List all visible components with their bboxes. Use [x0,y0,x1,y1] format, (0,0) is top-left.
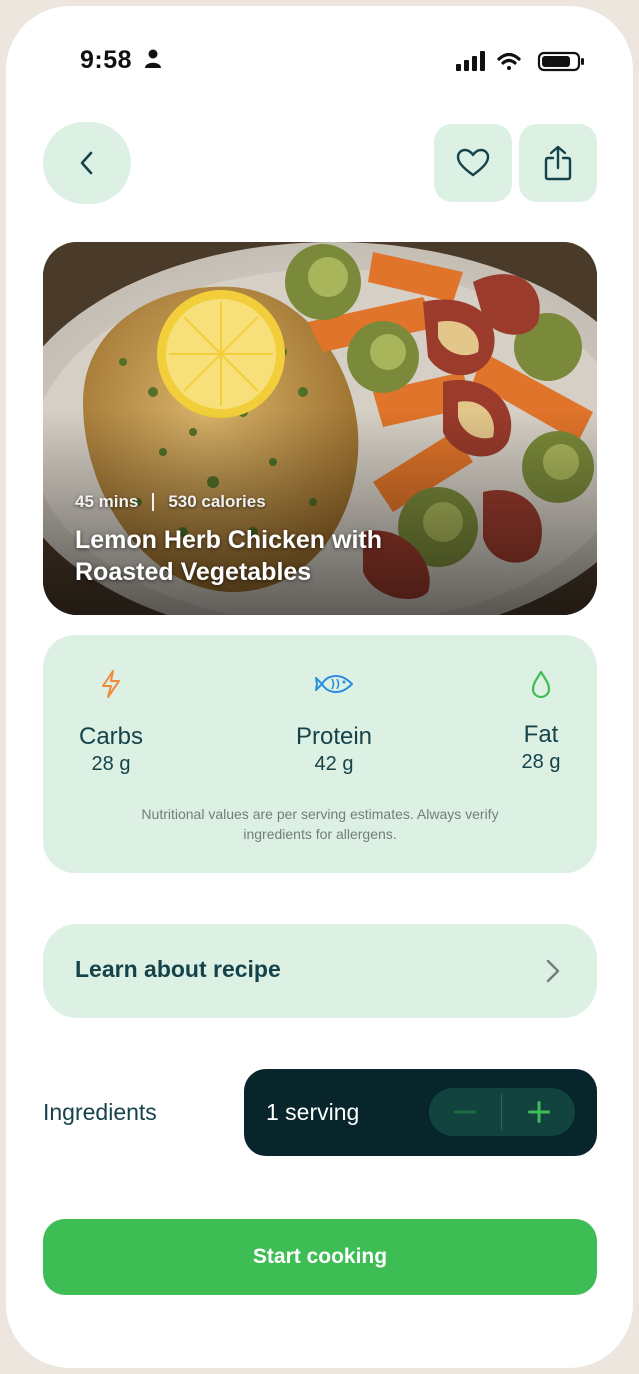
nutrition-disclaimer: Nutritional values are per serving estim… [83,804,557,844]
droplet-icon [531,670,551,699]
learn-label: Learn about recipe [75,956,281,982]
carbs-value: 28 g [91,753,131,775]
cook-time: 45 mins [75,492,139,511]
disclaimer-line1: Nutritional values are per serving estim… [141,806,499,822]
recipe-meta: 45 mins 530 calories [75,492,266,512]
fat-label: Fat [523,721,559,748]
status-time: 9:58 [80,46,133,74]
status-icons [456,51,584,72]
plus-icon [528,1101,550,1123]
protein-label: Protein [295,723,373,750]
meta-separator [152,493,155,511]
carbs-label: Carbs [78,723,144,750]
increase-serving-button[interactable] [503,1088,575,1136]
share-button[interactable] [519,124,597,202]
recipe-hero-image: 45 mins 530 calories Lemon Herb Chicken … [43,242,597,615]
start-cooking-button[interactable]: Start cooking [43,1219,597,1295]
serving-stepper [429,1088,575,1136]
minus-icon [454,1110,476,1114]
cellular-signal-icon [456,51,485,71]
calorie-count: 530 calories [168,492,266,511]
ingredients-heading: Ingredients [43,1099,157,1125]
recipe-title-line2: Roasted Vegetables [75,558,312,586]
protein-value: 42 g [314,753,354,775]
macro-fat: Fat 28 g [511,669,571,774]
serving-selector: 1 serving [244,1069,597,1156]
recipe-title: Lemon Herb Chicken with Roasted Vegetabl… [75,524,495,588]
person-icon [145,49,161,68]
share-icon [544,145,572,181]
chevron-left-icon [80,151,93,175]
lightning-icon [102,670,120,698]
macro-protein: Protein 42 g [284,669,384,776]
recipe-title-line1: Lemon Herb Chicken with [75,526,382,554]
favorite-button[interactable] [434,124,512,202]
stepper-divider [501,1094,502,1130]
nutrition-card: Carbs 28 g Protein 42 g Fat 28 g Nutriti… [43,635,597,873]
chevron-right-icon [546,959,560,983]
battery-icon [537,51,584,72]
fat-value: 28 g [521,751,561,773]
learn-about-recipe-button[interactable]: Learn about recipe [43,924,597,1018]
wifi-icon [497,52,521,70]
serving-count: 1 serving [266,1099,360,1125]
decrease-serving-button[interactable] [429,1088,501,1136]
phone-screen: 9:58 45 mins 530 calories Lemon Herb Chi… [6,6,633,1368]
fish-icon [315,675,353,693]
macro-carbs: Carbs 28 g [71,669,151,776]
back-button[interactable] [43,122,131,204]
disclaimer-line2: ingredients for allergens. [243,826,397,842]
heart-icon [456,148,490,177]
